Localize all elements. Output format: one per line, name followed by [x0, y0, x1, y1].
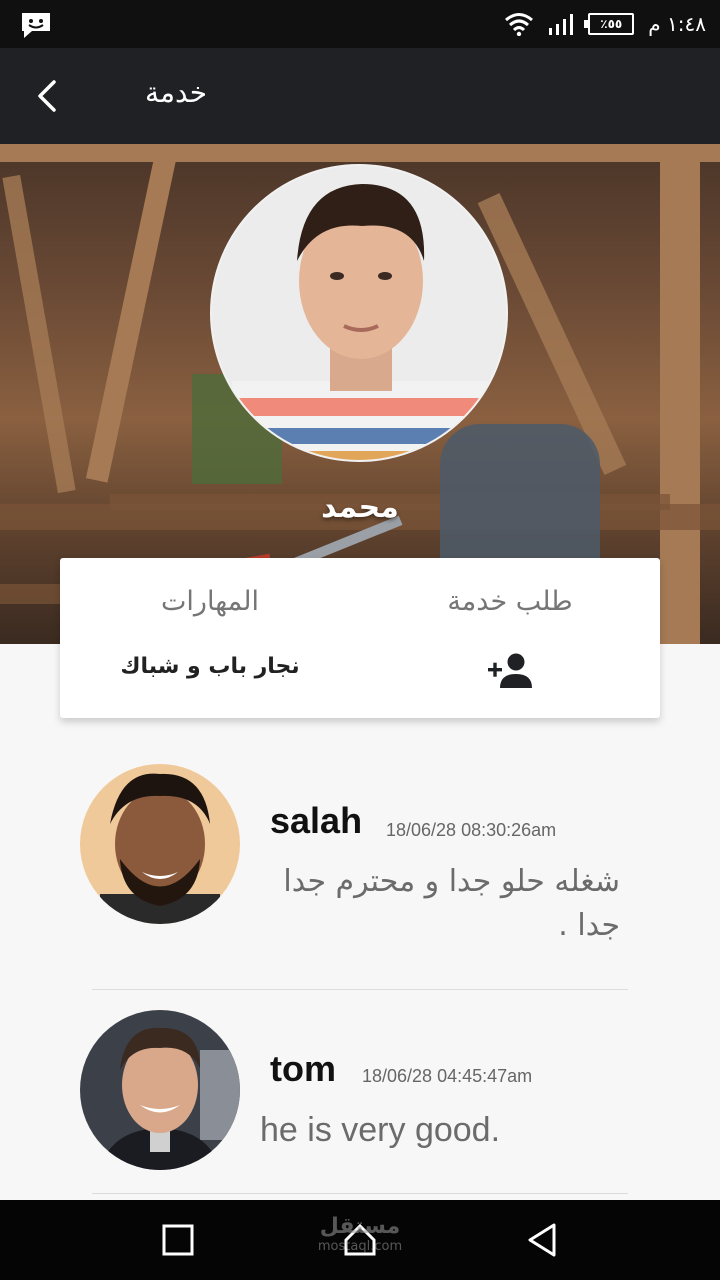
reviewer-name: tom [270, 1048, 336, 1089]
reviewer-avatar [80, 764, 240, 924]
skills-value: نجار باب و شباك [120, 654, 300, 679]
skills-label: المهارات [161, 586, 259, 617]
battery-icon: ٪٥٥ [584, 13, 635, 35]
chevron-left-icon[interactable] [30, 78, 66, 114]
profile-name: محمد [321, 490, 399, 525]
review-item: salah 18/06/28 08:30:26am شغله حلو جدا و… [80, 764, 640, 944]
profile-avatar [210, 164, 508, 462]
wifi-icon [505, 13, 534, 36]
recent-apps-icon[interactable] [158, 1220, 198, 1260]
request-service-label: طلب خدمة [447, 586, 573, 617]
battery-label: ٪٥٥ [600, 17, 623, 31]
review-text: شغله حلو جدا و محترم جدا جدا . [283, 864, 620, 943]
reviewer-name: salah [270, 800, 363, 841]
watermark-text: مستقل [319, 1214, 401, 1239]
review-date: 18/06/28 08:30:26am [386, 820, 557, 840]
review-date: 18/06/28 04:45:47am [362, 1066, 533, 1086]
page-title: خدمة [145, 76, 208, 109]
add-user-icon[interactable] [486, 652, 534, 690]
skills-column: المهارات نجار باب و شباك [60, 558, 360, 718]
message-icon [22, 13, 50, 38]
review-item: tom 18/06/28 04:45:47am he is very good. [80, 1010, 640, 1180]
divider [92, 989, 628, 990]
info-card: المهارات نجار باب و شباك طلب خدمة [60, 558, 660, 718]
review-text: he is very good. [260, 1111, 501, 1149]
signal-icon [549, 14, 574, 35]
divider [92, 1193, 628, 1194]
status-time: ١:٤٨ م [648, 12, 706, 36]
reviewer-avatar [80, 1010, 240, 1170]
status-bar: ٪٥٥ ١:٤٨ م [0, 0, 720, 48]
system-nav-bar: مستقل mostaql.com [0, 1200, 720, 1280]
toolbar: خدمة [0, 48, 720, 144]
request-service-button[interactable]: طلب خدمة [360, 558, 660, 718]
back-icon[interactable] [522, 1220, 562, 1260]
watermark-logo: مستقل mostaql.com [312, 1214, 408, 1254]
watermark-subtext: mostaql.com [317, 1239, 403, 1254]
